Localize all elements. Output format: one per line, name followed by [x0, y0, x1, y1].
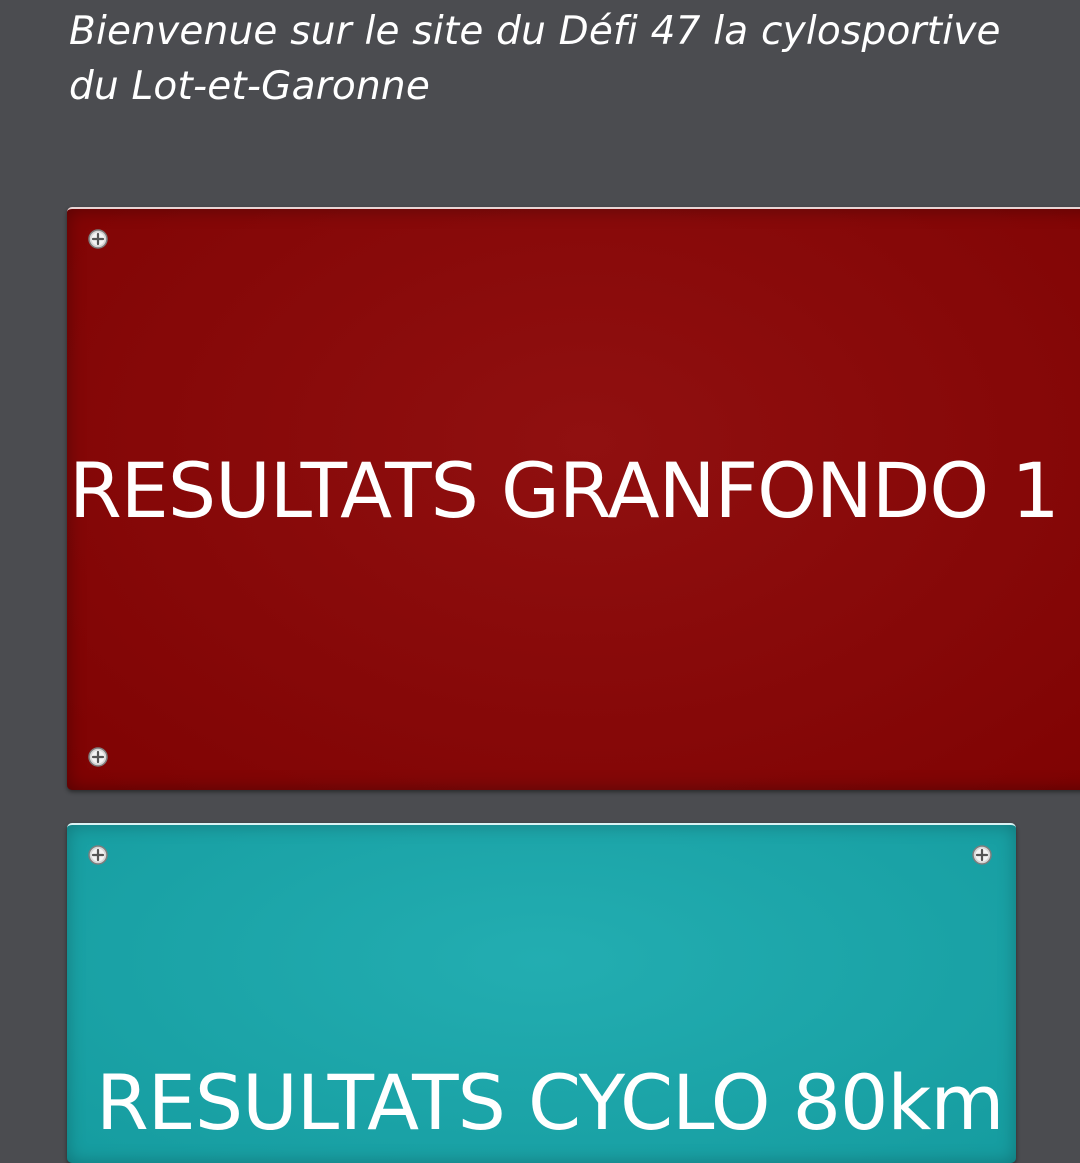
screw-icon: [971, 844, 993, 866]
screw-icon: [87, 228, 109, 250]
welcome-text: Bienvenue sur le site du Défi 47 la cylo…: [69, 9, 1001, 109]
granfondo-results-label: RESULTATS GRANFONDO 1: [69, 446, 1060, 535]
cyclo-80km-results-button[interactable]: RESULTATS CYCLO 80km: [67, 823, 1016, 1163]
screw-icon: [87, 844, 109, 866]
cyclo-80km-results-label: RESULTATS CYCLO 80km: [96, 1058, 1004, 1147]
screw-icon: [87, 746, 109, 768]
granfondo-results-button[interactable]: RESULTATS GRANFONDO 1: [67, 207, 1080, 790]
